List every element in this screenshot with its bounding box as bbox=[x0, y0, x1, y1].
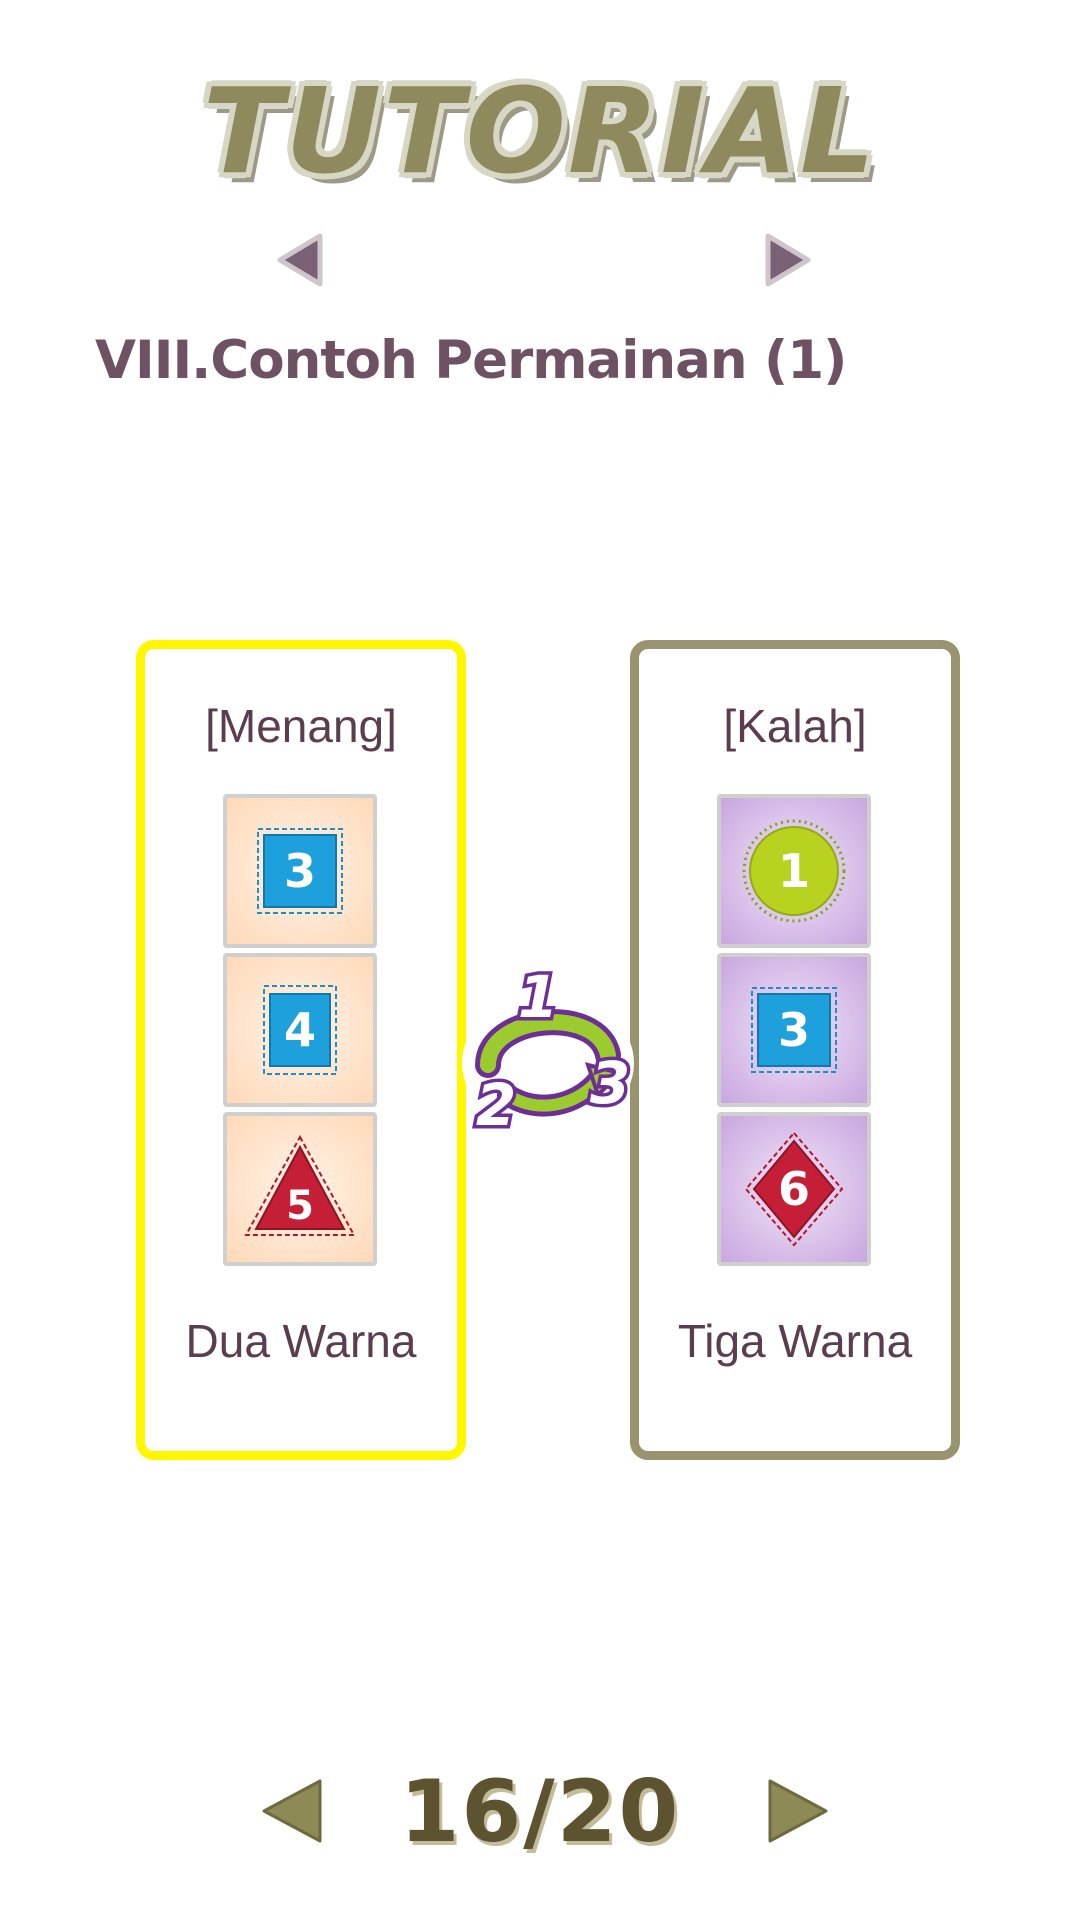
square-piece-icon: 4 bbox=[263, 985, 337, 1075]
tile-number: 3 bbox=[284, 844, 316, 898]
tile: 3 bbox=[717, 953, 871, 1107]
triangle-right-icon bbox=[768, 1779, 828, 1843]
tile-number: 3 bbox=[778, 1003, 810, 1057]
tile: 5 bbox=[223, 1112, 377, 1266]
page-title: TUTORIAL bbox=[202, 62, 878, 200]
lose-example-panel: [Kalah] 1 3 6 Tiga Warna bbox=[630, 640, 960, 1460]
next-section-button[interactable] bbox=[756, 230, 816, 290]
panel-footer: Dua Warna bbox=[185, 1315, 417, 1367]
square-piece-icon: 3 bbox=[751, 987, 837, 1073]
panel-title: [Menang] bbox=[205, 700, 397, 752]
tile: 3 bbox=[223, 794, 377, 948]
current-page: 16 bbox=[399, 1762, 524, 1862]
logo-number: 3 bbox=[590, 1049, 630, 1117]
square-piece-icon: 3 bbox=[257, 828, 343, 914]
game-logo-icon: 1 2 3 bbox=[462, 960, 634, 1143]
page-separator: / bbox=[523, 1762, 557, 1862]
tile: 1 bbox=[717, 794, 871, 948]
triangle-piece-icon: 5 bbox=[244, 1134, 356, 1236]
panel-title: [Kalah] bbox=[723, 700, 867, 752]
diamond-piece-icon: 6 bbox=[744, 1131, 844, 1247]
tile: 4 bbox=[223, 953, 377, 1107]
tile-stack: 1 3 6 bbox=[717, 794, 877, 1271]
tile-number: 6 bbox=[778, 1162, 810, 1216]
panel-footer: Tiga Warna bbox=[677, 1315, 913, 1367]
tile-stack: 3 4 5 bbox=[223, 794, 383, 1271]
next-page-button[interactable] bbox=[762, 1775, 832, 1847]
triangle-right-icon bbox=[765, 233, 811, 287]
tile: 6 bbox=[717, 1112, 871, 1266]
logo-number: 2 bbox=[476, 1071, 516, 1139]
tile-number: 5 bbox=[286, 1183, 314, 1229]
prev-page-button[interactable] bbox=[258, 1775, 328, 1847]
section-title: VIII.Contoh Permainan (1) bbox=[95, 330, 847, 391]
page-counter: 16/20 bbox=[380, 1762, 700, 1862]
triangle-left-icon bbox=[277, 233, 323, 287]
triangle-left-icon bbox=[262, 1779, 322, 1843]
win-example-panel: [Menang] 3 4 5 Dua Warna bbox=[136, 640, 466, 1460]
circle-piece-icon: 1 bbox=[742, 819, 846, 923]
tile-number: 4 bbox=[284, 1003, 316, 1057]
tile-number: 1 bbox=[778, 844, 810, 898]
total-pages: 20 bbox=[556, 1762, 681, 1862]
prev-section-button[interactable] bbox=[272, 230, 332, 290]
logo-number: 1 bbox=[518, 963, 558, 1031]
